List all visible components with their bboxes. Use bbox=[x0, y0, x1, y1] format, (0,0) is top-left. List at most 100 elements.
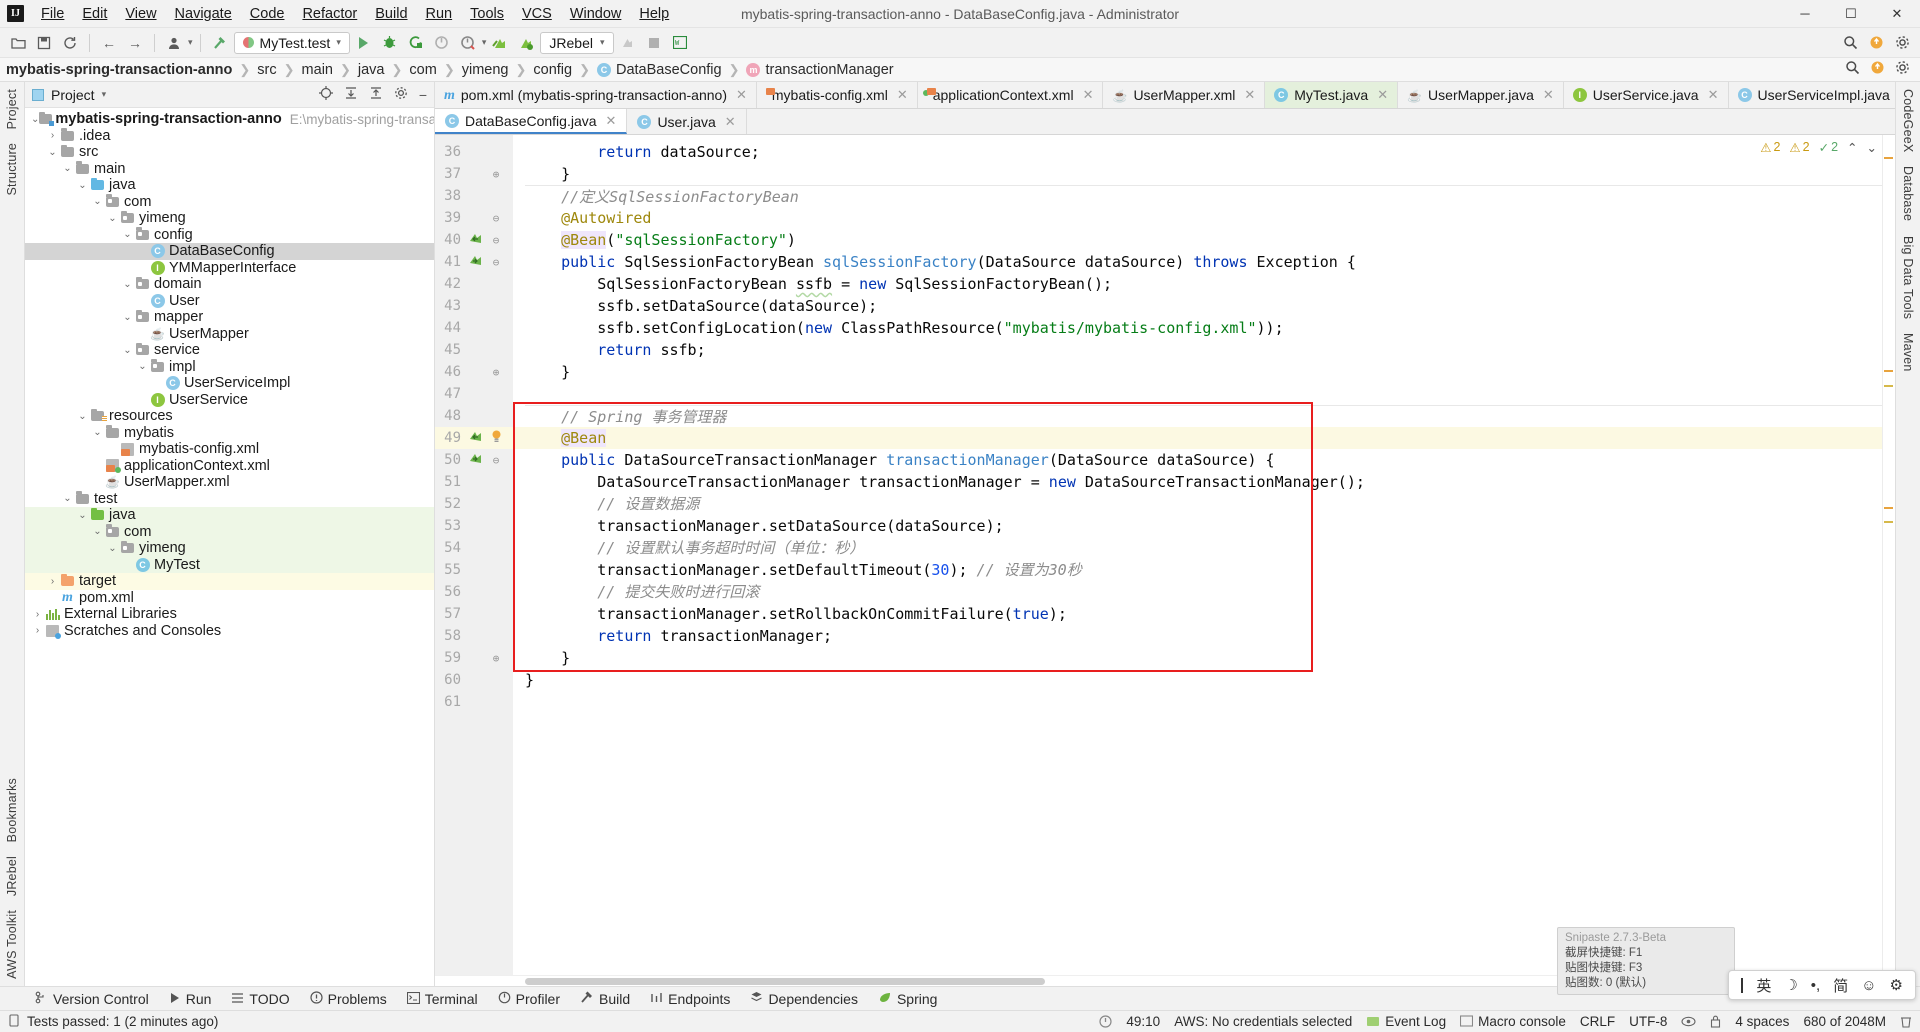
editor-subtab-user-java[interactable]: C User.java ✕ bbox=[627, 109, 747, 134]
editor-file-tabs[interactable]: m pom.xml (mybatis-spring-transaction-ann… bbox=[435, 82, 1895, 109]
menu-vcs[interactable]: VCS bbox=[513, 2, 561, 26]
code-line-42[interactable]: SqlSessionFactoryBean ssfb = new SqlSess… bbox=[525, 273, 1882, 295]
fold-start-icon[interactable]: ⊖ bbox=[493, 234, 500, 247]
stop-icon[interactable] bbox=[642, 31, 666, 55]
tree-node-service[interactable]: ⌄ service bbox=[25, 342, 434, 359]
weak-warning-count[interactable]: ⚠ 2 bbox=[1789, 140, 1809, 155]
breadcrumb-item-yimeng[interactable]: yimeng bbox=[462, 62, 509, 78]
gutter-fold-marker[interactable]: ⊕ bbox=[485, 366, 507, 379]
gutter-line-59[interactable]: 59 ⊕ bbox=[435, 647, 513, 669]
chevron-down-icon[interactable]: ▾ bbox=[102, 89, 107, 100]
tree-node-target[interactable]: › target bbox=[25, 573, 434, 590]
gutter-line-44[interactable]: 44 bbox=[435, 317, 513, 339]
bottom-tool-build[interactable]: Build bbox=[571, 988, 639, 1009]
tree-node-mybatis[interactable]: ⌄ mybatis bbox=[25, 425, 434, 442]
web-inspect-icon[interactable]: W bbox=[668, 31, 692, 55]
close-tab-icon[interactable]: ✕ bbox=[897, 87, 908, 103]
tree-node-scratches-and-consoles[interactable]: › Scratches and Consoles bbox=[25, 623, 434, 640]
notifications-icon[interactable] bbox=[1099, 1015, 1113, 1028]
gear-icon[interactable] bbox=[394, 86, 408, 103]
bottom-tool-problems[interactable]: Problems bbox=[301, 989, 396, 1009]
ime-toolbar[interactable]: 英 ☽ •, 简 ☺ ⚙ bbox=[1728, 970, 1916, 1000]
gear-icon[interactable] bbox=[1890, 31, 1914, 55]
gutter-line-58[interactable]: 58 bbox=[435, 625, 513, 647]
search-everywhere-icon[interactable] bbox=[1845, 60, 1860, 79]
breadcrumb-item-src[interactable]: src bbox=[257, 62, 276, 78]
navigate-back-icon[interactable]: ← bbox=[97, 31, 121, 55]
code-line-55[interactable]: transactionManager.setDefaultTimeout(30)… bbox=[525, 559, 1882, 581]
code-line-49[interactable]: @Bean bbox=[513, 427, 1882, 449]
close-tab-icon[interactable]: ✕ bbox=[1377, 87, 1388, 103]
rail-item-aws-toolkit[interactable]: AWS Toolkit bbox=[5, 903, 19, 986]
error-count[interactable]: ✓ 2 bbox=[1819, 140, 1838, 155]
gutter-run-marker[interactable] bbox=[465, 254, 485, 270]
tree-node-applicationcontext-xml[interactable]: applicationContext.xml bbox=[25, 458, 434, 475]
ime-moon-icon[interactable]: ☽ bbox=[1784, 976, 1797, 994]
rail-item-maven[interactable]: Maven bbox=[1901, 326, 1915, 379]
macro-console[interactable]: Macro console bbox=[1460, 1014, 1566, 1029]
close-tab-icon[interactable]: ✕ bbox=[736, 87, 747, 103]
breadcrumb-item-main[interactable]: main bbox=[302, 62, 333, 78]
editor-tab-userservice-java[interactable]: I UserService.java ✕ bbox=[1563, 82, 1729, 108]
gutter-line-53[interactable]: 53 bbox=[435, 515, 513, 537]
menu-code[interactable]: Code bbox=[241, 2, 294, 26]
tree-node-mybatis-config-xml[interactable]: mybatis-config.xml bbox=[25, 441, 434, 458]
editor-sub-tabs[interactable]: C DataBaseConfig.java ✕ C User.java ✕ bbox=[435, 109, 1895, 135]
gutter-line-61[interactable]: 61 bbox=[435, 691, 513, 713]
tree-expand-arrow-icon[interactable]: ⌄ bbox=[91, 427, 104, 438]
tree-expand-arrow-icon[interactable]: ⌄ bbox=[61, 163, 74, 174]
tree-expand-arrow-icon[interactable]: ⌄ bbox=[61, 493, 74, 504]
tree-node-src[interactable]: ⌄ src bbox=[25, 144, 434, 161]
event-log[interactable]: Event Log bbox=[1366, 1014, 1446, 1029]
bottom-tool-dependencies[interactable]: Dependencies bbox=[741, 989, 867, 1009]
implemented-method-icon[interactable] bbox=[469, 430, 482, 446]
hammer-icon[interactable] bbox=[208, 31, 232, 55]
tree-node-resources[interactable]: ⌄ resources bbox=[25, 408, 434, 425]
rail-item-codegeex[interactable]: CodeGeeX bbox=[1901, 82, 1915, 159]
gutter-fold-marker[interactable]: ⊕ bbox=[485, 168, 507, 181]
bottom-tool-version-control[interactable]: Version Control bbox=[26, 989, 158, 1009]
editor-tab-applicationcontext-xml[interactable]: applicationContext.xml ✕ bbox=[917, 82, 1104, 108]
caret-position[interactable]: 49:10 bbox=[1126, 1014, 1160, 1029]
navigate-forward-icon[interactable]: → bbox=[123, 31, 147, 55]
editor-gutter[interactable]: 36 37 ⊕ 38 39 ⊖ 40 ⊖ 41 ⊖ 42 43 44 45 46 ⊕ 47 48 49 50 ⊖ 51 52… bbox=[435, 135, 513, 975]
folder-open-icon[interactable] bbox=[6, 31, 30, 55]
aws-credentials[interactable]: AWS: No credentials selected bbox=[1174, 1014, 1352, 1029]
tree-node-java[interactable]: ⌄ java bbox=[25, 507, 434, 524]
ime-mode[interactable]: 简 bbox=[1833, 975, 1848, 996]
eye-icon[interactable] bbox=[1681, 1016, 1696, 1027]
tree-node-mytest[interactable]: C MyTest bbox=[25, 556, 434, 573]
lock-icon[interactable] bbox=[1710, 1015, 1721, 1028]
editor-tab-usermapper-xml[interactable]: ☕ UserMapper.xml ✕ bbox=[1103, 82, 1266, 108]
code-line-47[interactable] bbox=[525, 383, 1882, 405]
tree-node-databaseconfig[interactable]: C DataBaseConfig bbox=[25, 243, 434, 260]
tree-expand-arrow-icon[interactable]: ⌄ bbox=[121, 345, 134, 356]
tree-node-pom-xml[interactable]: m pom.xml bbox=[25, 590, 434, 607]
gutter-line-37[interactable]: 37 ⊕ bbox=[435, 163, 513, 185]
code-line-39[interactable]: @Autowired bbox=[525, 207, 1882, 229]
menu-view[interactable]: View bbox=[116, 2, 165, 26]
gutter-line-56[interactable]: 56 bbox=[435, 581, 513, 603]
tree-node-domain[interactable]: ⌄ domain bbox=[25, 276, 434, 293]
close-tab-icon[interactable]: ✕ bbox=[606, 113, 617, 129]
tree-node-mybatis-spring-transaction-anno[interactable]: ⌄ mybatis-spring-transaction-anno E:\mybat… bbox=[25, 111, 434, 128]
fold-start-icon[interactable]: ⊖ bbox=[493, 212, 500, 225]
gutter-line-43[interactable]: 43 bbox=[435, 295, 513, 317]
profiler-icon[interactable] bbox=[430, 31, 454, 55]
tree-node-java[interactable]: ⌄ java bbox=[25, 177, 434, 194]
gutter-fold-marker[interactable]: ⊖ bbox=[485, 212, 507, 225]
gutter-fold-marker[interactable]: ⊖ bbox=[485, 234, 507, 247]
bottom-tool-endpoints[interactable]: Endpoints bbox=[641, 989, 739, 1009]
breadcrumb-item-java[interactable]: java bbox=[358, 62, 385, 78]
ime-language[interactable]: 英 bbox=[1756, 975, 1771, 996]
editor-marker-strip[interactable] bbox=[1882, 135, 1895, 975]
menu-window[interactable]: Window bbox=[561, 2, 631, 26]
menu-tools[interactable]: Tools bbox=[461, 2, 513, 26]
tree-node-config[interactable]: ⌄ config bbox=[25, 227, 434, 244]
code-line-51[interactable]: DataSourceTransactionManager transaction… bbox=[525, 471, 1882, 493]
code-line-48[interactable]: // Spring 事务管理器 bbox=[525, 405, 1882, 427]
tree-expand-arrow-icon[interactable]: › bbox=[46, 576, 59, 587]
ime-gear-icon[interactable]: ⚙ bbox=[1890, 976, 1903, 994]
gutter-line-54[interactable]: 54 bbox=[435, 537, 513, 559]
gutter-line-55[interactable]: 55 bbox=[435, 559, 513, 581]
